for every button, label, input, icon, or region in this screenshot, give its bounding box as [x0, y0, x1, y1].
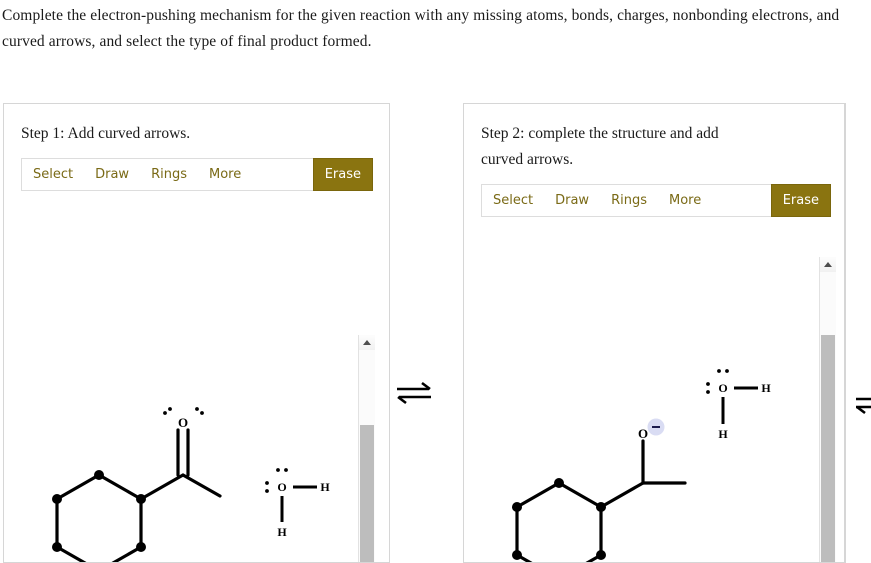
water-hydrogen-bottom-label-step2: H	[718, 427, 728, 441]
scrollbar-thumb-step1[interactable]	[360, 425, 374, 562]
water-hydrogen-right-label: H	[320, 480, 330, 494]
tool-rings-step1[interactable]: Rings	[140, 159, 198, 190]
ring-to-carbonyl-bond	[139, 473, 185, 501]
scroll-up-arrow-step1[interactable]	[359, 335, 375, 350]
equilibrium-arrow-center	[396, 378, 432, 408]
alkoxide-oxygen-label: O	[638, 426, 648, 441]
benzene-ring-bonds	[55, 473, 143, 562]
step-1-drawing-canvas[interactable]: O O H H	[5, 200, 389, 562]
step-1-panel: Step 1: Add curved arrows. Select Draw R…	[3, 103, 390, 563]
tool-draw-step1[interactable]: Draw	[84, 159, 140, 190]
step-1-title: Step 1: Add curved arrows.	[21, 125, 191, 142]
step-2-panel: Step 2: complete the structure and add c…	[463, 103, 845, 563]
triangle-up-icon	[363, 340, 371, 345]
step-2-toolbar: Select Draw Rings More Erase	[481, 184, 831, 217]
equilibrium-arrow-edge	[856, 390, 871, 416]
tool-more-step1[interactable]: More	[198, 159, 252, 190]
tool-draw-step2[interactable]: Draw	[544, 185, 600, 216]
step-2-scrollbar[interactable]	[819, 257, 836, 562]
water-hydrogen-bottom-label: H	[277, 525, 287, 539]
toolbar-spacer-step1	[252, 159, 312, 190]
tool-rings-step2[interactable]: Rings	[600, 185, 658, 216]
carbonyl-oxygen-lone-pairs	[163, 407, 204, 415]
panel-divider-middle	[389, 103, 390, 563]
ring-vertex-atoms-step2	[512, 478, 606, 560]
step-1-scrollbar[interactable]	[358, 335, 375, 562]
water-hydrogen-right-label-step2: H	[761, 381, 771, 395]
toolbar-spacer-step2	[712, 185, 770, 216]
ring-to-carbinol-bond	[599, 481, 645, 509]
water-molecule-step2: O H H	[706, 369, 771, 441]
tool-more-step2[interactable]: More	[658, 185, 712, 216]
task-prompt: Complete the electron-pushing mechanism …	[2, 7, 840, 50]
erase-button-step2[interactable]: Erase	[770, 184, 831, 217]
scrollbar-thumb-step2[interactable]	[821, 335, 835, 562]
tool-select-step1[interactable]: Select	[22, 159, 84, 190]
carbonyl-oxygen-label: O	[178, 415, 188, 430]
water-oxygen-label: O	[277, 480, 286, 494]
triangle-up-icon-step2	[824, 262, 832, 267]
erase-button-step1[interactable]: Erase	[312, 158, 373, 191]
panel-divider-right	[845, 103, 846, 563]
ring-vertex-atoms	[52, 470, 146, 552]
step-2-drawing-canvas[interactable]: O O H H	[465, 226, 844, 562]
methyl-bond	[181, 473, 222, 498]
benzene-ring-bonds-step2	[515, 481, 603, 562]
step-2-title: Step 2: complete the structure and add c…	[481, 125, 719, 168]
step-1-toolbar: Select Draw Rings More Erase	[21, 158, 373, 191]
tool-select-step2[interactable]: Select	[482, 185, 544, 216]
scroll-up-arrow-step2[interactable]	[820, 257, 836, 272]
water-oxygen-label-step2: O	[718, 381, 727, 395]
water-molecule: O H H	[265, 468, 330, 539]
